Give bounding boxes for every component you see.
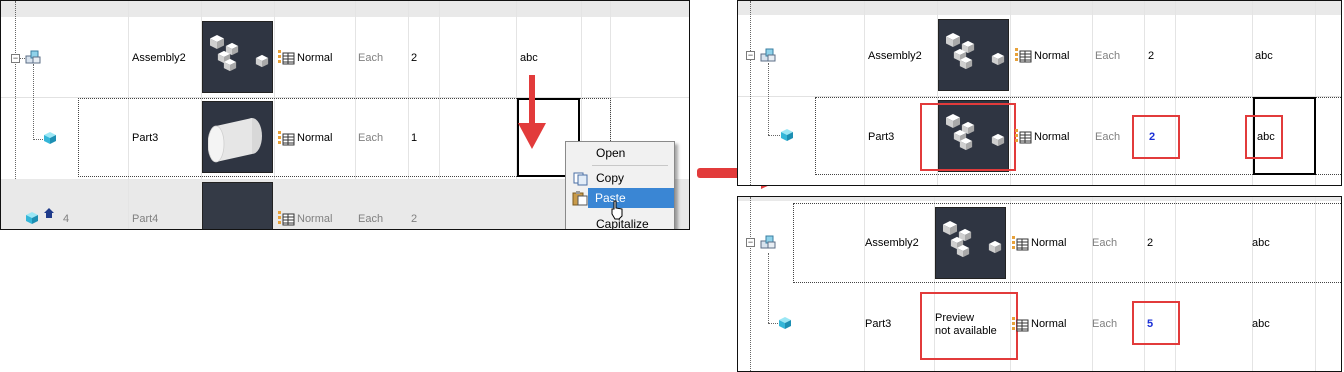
qty-highlight	[1132, 115, 1180, 159]
bom-structure-value: Normal	[297, 52, 333, 64]
tree-expander-icon[interactable]: −	[11, 54, 20, 63]
custom-value: abc	[1255, 50, 1273, 62]
part-icon	[43, 131, 57, 145]
paste-icon	[572, 191, 588, 206]
bom-structure-value: Normal	[297, 213, 333, 225]
tree-expander-icon[interactable]: −	[746, 51, 755, 60]
custom-value: abc	[520, 52, 538, 64]
bom-grid-after-change-panel: − Assembly2 Normal Each 2 abc Part3 Prev…	[737, 196, 1342, 372]
bom-structure-icon	[1011, 235, 1029, 251]
part-icon	[25, 211, 39, 225]
value-highlight	[1245, 115, 1283, 159]
menu-item-open[interactable]: Open	[566, 143, 674, 163]
mouse-cursor-icon	[611, 200, 623, 220]
unit-value: Each	[358, 132, 384, 144]
assembly-thumbnail	[938, 19, 1009, 91]
bom-structure-icon	[277, 49, 295, 65]
qty-value: 2	[1147, 237, 1154, 249]
bom-structure-value: Normal	[1034, 131, 1070, 143]
item-name: Assembly2	[868, 50, 922, 62]
preview-highlight	[920, 292, 1018, 360]
row-number: 4	[63, 213, 70, 225]
part-icon	[778, 316, 792, 330]
assembly-thumbnail	[935, 207, 1006, 279]
item-name: Assembly2	[865, 237, 919, 249]
qty-value: 2	[411, 52, 418, 64]
item-name: Part3	[865, 318, 892, 330]
item-name: Part3	[132, 132, 159, 144]
custom-value: abc	[1252, 318, 1270, 330]
part-icon	[780, 128, 794, 142]
assembly-icon	[760, 235, 776, 249]
qty-value: 1	[411, 132, 418, 144]
down-arrow-annotation	[518, 75, 546, 149]
unit-value: Each	[358, 52, 384, 64]
bom-structure-icon	[1014, 47, 1032, 63]
menu-item-copy[interactable]: Copy	[566, 168, 674, 188]
tree-expander-icon[interactable]: −	[746, 238, 755, 247]
qty-value: 2	[1148, 50, 1155, 62]
bom-structure-value: Normal	[297, 132, 333, 144]
qty-highlight	[1132, 301, 1180, 345]
part-pin-icon	[44, 208, 54, 218]
bom-grid-after-paste-panel: − Assembly2 Normal Each 2 abc Part3 Norm…	[737, 0, 1342, 186]
qty-value: 2	[411, 213, 418, 225]
unit-value: Each	[358, 213, 384, 225]
bom-structure-icon	[277, 210, 295, 226]
bom-structure-value: Normal	[1031, 318, 1067, 330]
assembly-icon	[760, 48, 776, 62]
menu-item-paste[interactable]: Paste	[588, 188, 674, 208]
unit-value: Each	[1095, 131, 1121, 143]
header-row-strip	[1, 1, 689, 17]
bom-structure-value: Normal	[1034, 50, 1070, 62]
unit-value: Each	[1092, 237, 1118, 249]
bom-structure-icon	[1014, 128, 1032, 144]
assembly-thumbnail	[202, 21, 273, 93]
unit-value: Each	[1092, 318, 1118, 330]
item-name: Assembly2	[132, 52, 186, 64]
unit-value: Each	[1095, 50, 1121, 62]
part-thumbnail	[202, 101, 273, 173]
item-name: Part4	[132, 213, 159, 225]
bom-structure-value: Normal	[1031, 237, 1067, 249]
bom-structure-icon	[277, 130, 295, 146]
custom-value: abc	[1252, 237, 1270, 249]
context-menu: Open Copy Paste Capitalize	[565, 141, 675, 229]
part-thumbnail	[202, 182, 273, 229]
bom-structure-icon	[1011, 316, 1029, 332]
bom-grid-before-panel: − Assembly2 Normal Each 2 abc Part3 Norm…	[0, 0, 690, 230]
thumbnail-highlight	[920, 103, 1016, 171]
assembly-icon	[25, 50, 41, 64]
item-name: Part3	[868, 131, 895, 143]
